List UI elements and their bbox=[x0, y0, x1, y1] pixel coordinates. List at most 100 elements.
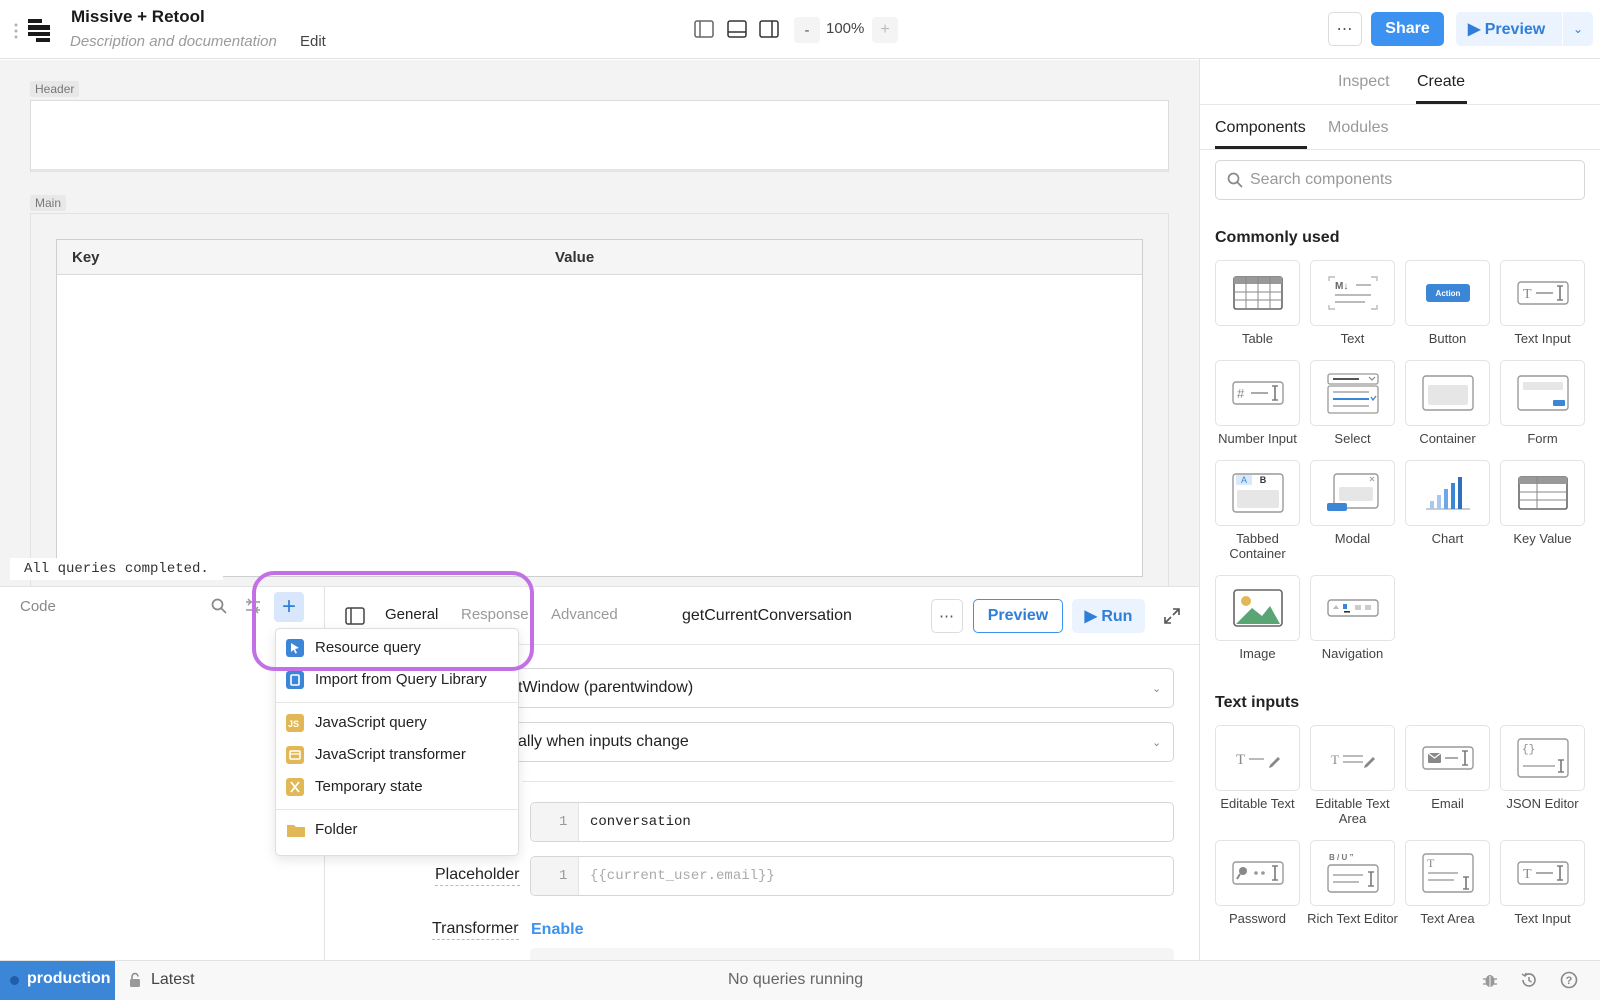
component-rich-text-editor[interactable]: B / U ” bbox=[1310, 840, 1395, 906]
component-editable-text-area[interactable]: T bbox=[1310, 725, 1395, 791]
component-button[interactable]: Action bbox=[1405, 260, 1490, 326]
component-email[interactable] bbox=[1405, 725, 1490, 791]
search-icon[interactable] bbox=[210, 597, 228, 615]
more-options-button[interactable]: ⋯ bbox=[1328, 12, 1362, 46]
help-icon[interactable]: ? bbox=[1560, 971, 1578, 989]
svg-text:T: T bbox=[1523, 867, 1532, 882]
component-tabbed-container[interactable]: AB bbox=[1215, 460, 1300, 526]
tab-modules[interactable]: Modules bbox=[1328, 119, 1388, 137]
divider bbox=[1199, 149, 1600, 150]
component-modal[interactable] bbox=[1310, 460, 1395, 526]
line-number: 1 bbox=[559, 814, 568, 830]
menu-item-folder[interactable]: Folder bbox=[286, 817, 510, 843]
component-label: Select bbox=[1334, 431, 1371, 446]
navigation-icon bbox=[1327, 599, 1379, 617]
menu-item-temporary-state[interactable]: Temporary state bbox=[286, 774, 510, 800]
app-title[interactable]: Missive + Retool bbox=[71, 7, 205, 27]
component-text[interactable]: M↓ bbox=[1310, 260, 1395, 326]
preview-menu-chevron-icon[interactable]: ⌄ bbox=[1563, 12, 1593, 46]
component-label: Text Input bbox=[1514, 911, 1571, 926]
component-label: Key Value bbox=[1513, 531, 1572, 546]
header-frame[interactable] bbox=[30, 100, 1169, 172]
resource-select-value: tWindow (parentwindow) bbox=[518, 679, 694, 696]
container-icon bbox=[1422, 375, 1474, 411]
query-name[interactable]: getCurrentConversation bbox=[682, 607, 852, 625]
query-status-message: All queries completed. bbox=[10, 558, 223, 580]
component-label: JSON Editor bbox=[1506, 796, 1579, 811]
toggle-left-panel-icon[interactable] bbox=[693, 19, 715, 41]
menu-item-javascript-query[interactable]: JS JavaScript query bbox=[286, 710, 510, 736]
component-password[interactable] bbox=[1215, 840, 1300, 906]
drag-handle-icon[interactable] bbox=[13, 22, 19, 39]
app-description[interactable]: Description and documentation bbox=[70, 33, 277, 50]
component-label: Editable Text bbox=[1220, 796, 1295, 811]
commonly-used-heading: Commonly used bbox=[1215, 229, 1340, 246]
component-container[interactable] bbox=[1405, 360, 1490, 426]
search-components-input[interactable] bbox=[1215, 160, 1585, 200]
edit-description-link[interactable]: Edit bbox=[300, 33, 326, 50]
preview-app-button[interactable]: ▶ Preview bbox=[1456, 12, 1562, 46]
transformer-field bbox=[530, 948, 1174, 960]
key-value-table[interactable] bbox=[56, 239, 1143, 577]
line-gutter bbox=[531, 857, 579, 895]
queries-status: No queries running bbox=[728, 971, 864, 988]
component-text-input[interactable]: T bbox=[1500, 260, 1585, 326]
run-query-button[interactable]: ▶ Run bbox=[1072, 599, 1145, 633]
select-icon bbox=[1327, 373, 1379, 414]
lock-icon bbox=[128, 972, 142, 988]
key-value-icon bbox=[1518, 476, 1568, 510]
image-icon bbox=[1233, 589, 1283, 627]
rich-text-editor-icon: B / U ” bbox=[1327, 853, 1379, 893]
svg-text:{}: {} bbox=[1522, 744, 1535, 756]
toggle-right-panel-icon[interactable] bbox=[758, 19, 780, 41]
version-selector[interactable]: Latest bbox=[151, 971, 195, 989]
query-preview-button[interactable]: Preview bbox=[973, 599, 1063, 633]
email-icon bbox=[1422, 746, 1474, 770]
text-input-icon: T bbox=[1517, 281, 1569, 305]
component-label: Modal bbox=[1334, 531, 1371, 546]
debug-bug-icon[interactable] bbox=[1481, 971, 1499, 989]
component-text-input-2[interactable]: T bbox=[1500, 840, 1585, 906]
enable-transformer-link[interactable]: Enable bbox=[531, 921, 583, 939]
form-icon bbox=[1517, 375, 1569, 411]
tab-create[interactable]: Create bbox=[1417, 73, 1465, 91]
component-table[interactable] bbox=[1215, 260, 1300, 326]
component-chart[interactable] bbox=[1405, 460, 1490, 526]
component-label: Rich Text Editor bbox=[1307, 911, 1398, 926]
zoom-in-button[interactable]: + bbox=[872, 17, 898, 43]
component-navigation[interactable] bbox=[1310, 575, 1395, 641]
app-logo-icon[interactable] bbox=[26, 17, 52, 43]
zoom-level: 100% bbox=[826, 20, 865, 37]
placeholder-label: Placeholder bbox=[435, 866, 520, 886]
component-text-area[interactable]: T bbox=[1405, 840, 1490, 906]
component-editable-text[interactable]: T bbox=[1215, 725, 1300, 791]
tab-advanced[interactable]: Advanced bbox=[551, 606, 618, 623]
zoom-out-button[interactable]: - bbox=[794, 17, 820, 43]
component-label: Number Input bbox=[1218, 431, 1297, 446]
json-editor-icon: {} bbox=[1517, 738, 1569, 778]
component-select[interactable] bbox=[1310, 360, 1395, 426]
query-more-button[interactable]: ⋯ bbox=[931, 599, 963, 633]
tabbed-container-icon: AB bbox=[1232, 473, 1284, 513]
component-label: Container bbox=[1419, 431, 1476, 446]
expand-icon[interactable] bbox=[1163, 607, 1181, 625]
environment-label: production bbox=[27, 970, 111, 987]
svg-text:T: T bbox=[1331, 752, 1339, 767]
component-key-value[interactable] bbox=[1500, 460, 1585, 526]
code-panel-title: Code bbox=[20, 598, 56, 615]
menu-item-javascript-transformer[interactable]: JavaScript transformer bbox=[286, 742, 510, 768]
tab-components[interactable]: Components bbox=[1215, 119, 1306, 137]
history-icon[interactable] bbox=[1520, 971, 1538, 989]
component-image[interactable] bbox=[1215, 575, 1300, 641]
component-json-editor[interactable]: {} bbox=[1500, 725, 1585, 791]
toggle-bottom-panel-icon[interactable] bbox=[726, 19, 748, 41]
share-button[interactable]: Share bbox=[1371, 12, 1444, 46]
tab-inspect[interactable]: Inspect bbox=[1338, 73, 1390, 91]
component-form[interactable] bbox=[1500, 360, 1585, 426]
environment-status-dot bbox=[10, 976, 19, 985]
javascript-transformer-icon bbox=[286, 746, 304, 764]
header-section-tag: Header bbox=[30, 81, 80, 97]
text-area-icon: T bbox=[1422, 853, 1474, 893]
component-number-input[interactable]: # bbox=[1215, 360, 1300, 426]
chevron-down-icon: ⌄ bbox=[1152, 683, 1162, 695]
